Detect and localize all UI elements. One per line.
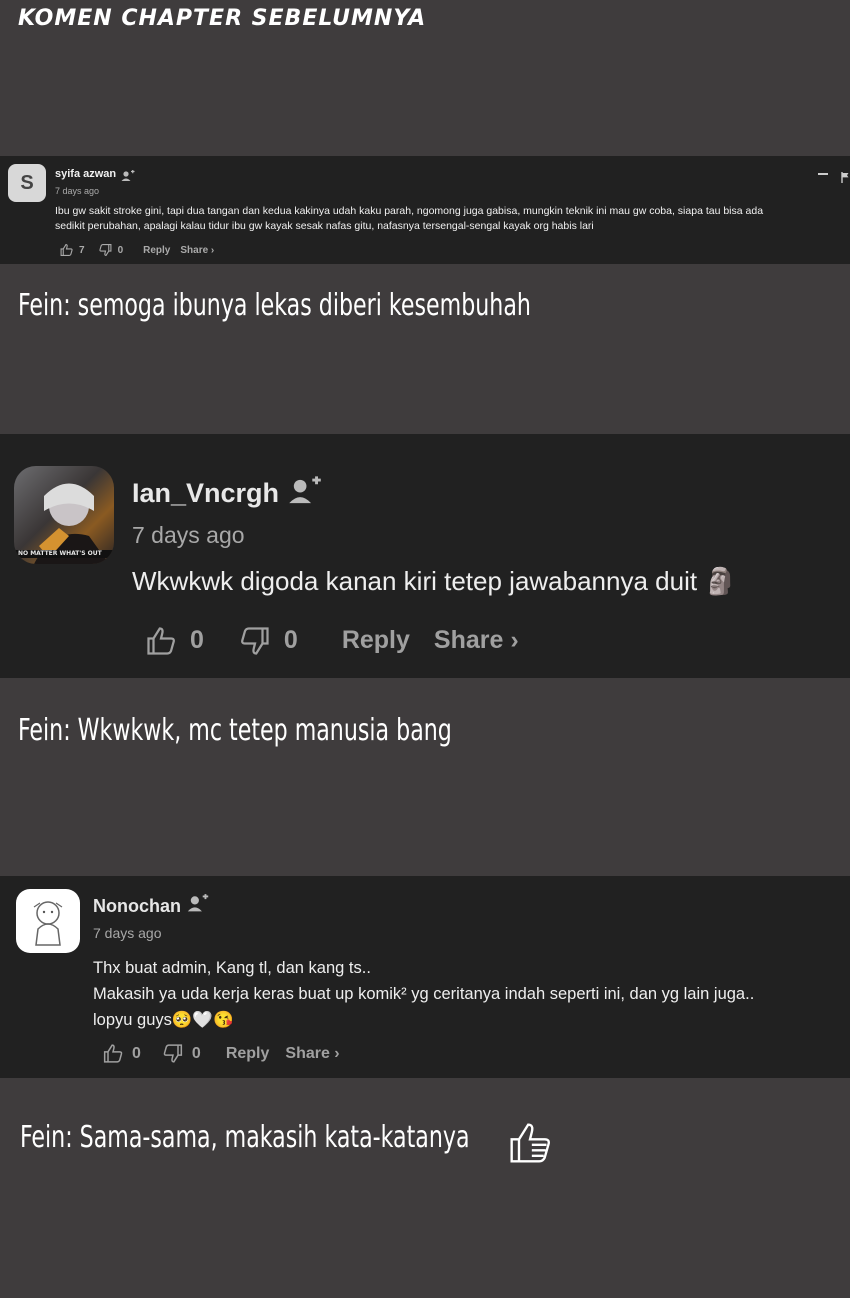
share-button[interactable]: Share ›: [434, 626, 519, 655]
dislike-button[interactable]: 0: [240, 626, 298, 655]
avatar-letter: S: [20, 171, 34, 194]
like-count: 0: [132, 1044, 141, 1062]
reply-button[interactable]: Reply: [342, 626, 410, 655]
comment-actions: 0 0 Reply Share ›: [103, 1044, 340, 1063]
thumbs-down-icon: [240, 626, 270, 655]
thumbs-up-icon: [103, 1044, 123, 1063]
like-button[interactable]: 0: [146, 626, 204, 655]
add-person-icon[interactable]: [288, 476, 322, 510]
thumbs-up-icon: [146, 626, 176, 655]
like-count: 0: [190, 626, 204, 654]
avatar-caption: NO MATTER WHAT'S OUT: [18, 550, 102, 557]
share-button[interactable]: Share ›: [285, 1045, 339, 1063]
comment-actions: 0 0 Reply Share ›: [146, 626, 519, 655]
thumbs-down-icon: [163, 1044, 183, 1063]
comment-body: Thx buat admin, Kang tl, dan kang ts.. M…: [93, 955, 754, 1033]
comment-date: 7 days ago: [132, 522, 245, 548]
comment-line: Ibu gw sakit stroke gini, tapi dua tanga…: [55, 205, 764, 217]
dislike-count: 0: [191, 1044, 201, 1062]
comment-body: Ibu gw sakit stroke gini, tapi dua tanga…: [55, 204, 845, 234]
thumbs-up-outline-icon: [508, 1122, 552, 1168]
dislike-button[interactable]: 0: [163, 1044, 201, 1063]
like-button[interactable]: 7: [60, 244, 85, 256]
thumbs-down-icon: [98, 244, 112, 256]
dislike-count: 0: [117, 244, 124, 256]
like-count: 7: [79, 244, 85, 256]
reply-button[interactable]: Reply: [226, 1045, 270, 1063]
avatar[interactable]: [16, 889, 80, 953]
comment-card-2: NO MATTER WHAT'S OUT Ian_Vncrgh 7 days a…: [0, 434, 850, 678]
page-heading: KOMEN CHAPTER SEBELUMNYA: [18, 6, 427, 31]
reply-text-3: Fein: Sama-sama, makasih kata-katanya: [20, 1120, 470, 1155]
avatar[interactable]: S: [8, 164, 46, 202]
avatar-illustration: [33, 901, 63, 946]
comment-line: Makasih ya uda kerja keras buat up komik…: [93, 985, 755, 1003]
flag-icon[interactable]: [841, 168, 850, 187]
comment-username[interactable]: Ian_Vncrgh: [132, 478, 279, 509]
comment-date: 7 days ago: [93, 925, 162, 941]
comment-username[interactable]: syifa azwan: [55, 168, 116, 180]
comment-card-1: S syifa azwan 7 days ago Ibu gw sakit st…: [0, 156, 850, 264]
reply-text-1: Fein: semoga ibunya lekas diberi kesembu…: [18, 288, 531, 323]
comment-line: Wkwkwk digoda kanan kiri tetep jawabanny…: [132, 566, 737, 596]
comment-card-3: Nonochan 7 days ago Thx buat admin, Kang…: [0, 876, 850, 1078]
dislike-button[interactable]: 0: [98, 244, 124, 256]
add-person-icon[interactable]: [187, 894, 209, 917]
comment-username[interactable]: Nonochan: [93, 896, 181, 917]
comment-line: sedikit perubahan, apalagi kalau tidur i…: [55, 220, 594, 232]
comment-actions: 7 0 Reply Share ›: [60, 244, 214, 256]
thumbs-up-icon: [60, 244, 73, 256]
like-button[interactable]: 0: [103, 1044, 141, 1063]
reply-text-2: Fein: Wkwkwk, mc tetep manusia bang: [18, 713, 452, 748]
comment-body: Wkwkwk digoda kanan kiri tetep jawabanny…: [132, 566, 737, 597]
share-button[interactable]: Share ›: [180, 245, 214, 256]
reply-button[interactable]: Reply: [143, 245, 170, 256]
comment-line: lopyu guys🥺🤍😘: [93, 1011, 234, 1029]
comment-line: Thx buat admin, Kang tl, dan kang ts..: [93, 959, 371, 977]
add-person-icon[interactable]: [121, 167, 135, 186]
dislike-count: 0: [283, 626, 298, 654]
minus-icon[interactable]: [818, 173, 828, 175]
avatar[interactable]: NO MATTER WHAT'S OUT: [14, 466, 114, 564]
comment-date: 7 days ago: [55, 186, 100, 196]
